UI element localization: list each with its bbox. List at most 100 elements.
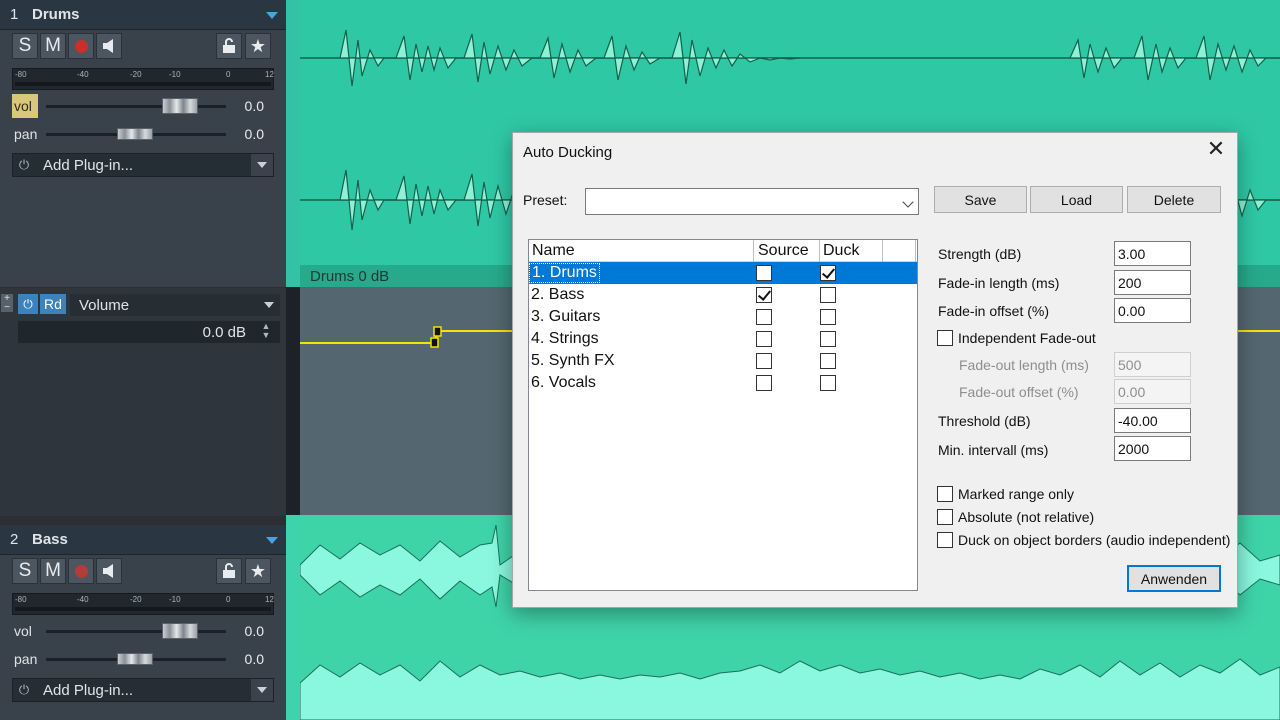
automation-parameter: Volume (79, 296, 130, 314)
automation-lane-header: + − ⏻ Rd Volume 0.0 dB ▲ ▼ (0, 288, 286, 516)
source-checkbox[interactable] (756, 265, 772, 281)
monitor-button[interactable] (96, 33, 122, 59)
track-list-row-name: 4. Strings (531, 330, 599, 347)
track-list-row-name: 6. Vocals (531, 374, 596, 391)
duck-checkbox[interactable] (820, 375, 836, 391)
source-checkbox[interactable] (756, 375, 772, 391)
duck-borders-checkbox[interactable]: Duck on object borders (audio independen… (937, 531, 1230, 549)
lock-button[interactable] (216, 558, 242, 584)
meter-tick: 0 (226, 595, 231, 604)
star-button[interactable]: ★ (245, 558, 271, 584)
lock-button[interactable] (216, 33, 242, 59)
automation-power-icon[interactable]: ⏻ (18, 294, 38, 314)
delete-button[interactable]: Delete (1127, 186, 1221, 213)
threshold-input[interactable]: -40.00 (1114, 408, 1191, 433)
monitor-button[interactable] (96, 558, 122, 584)
track-list-row[interactable]: 5. Synth FX (529, 350, 917, 372)
checkbox-box[interactable] (937, 532, 953, 548)
volume-value[interactable]: 0.0 (245, 623, 264, 639)
spin-icon[interactable]: ▲ ▼ (258, 322, 274, 342)
fadein-offset-input[interactable]: 0.00 (1114, 298, 1191, 323)
load-button[interactable]: Load (1030, 186, 1123, 213)
track-menu-icon[interactable] (266, 537, 278, 544)
column-duck-header[interactable]: Duck (823, 242, 859, 260)
independent-fadeout-checkbox[interactable]: Independent Fade-out (937, 329, 1096, 347)
pan-fader-knob[interactable] (117, 653, 153, 665)
pan-fader-row: pan 0.0 (12, 647, 274, 671)
vol-label[interactable]: vol (12, 94, 38, 118)
checkbox-box[interactable] (937, 330, 953, 346)
track-list-row[interactable]: 3. Guitars (529, 306, 917, 328)
preset-dropdown[interactable] (585, 188, 919, 215)
volume-fader-track[interactable] (46, 105, 226, 108)
track-list-row[interactable]: 6. Vocals (529, 372, 917, 394)
track-list-row[interactable]: 2. Bass (529, 284, 917, 306)
volume-fader-knob[interactable] (162, 623, 198, 639)
solo-button[interactable]: S (12, 33, 38, 59)
volume-fader-knob[interactable] (162, 98, 198, 114)
pan-fader-knob[interactable] (117, 128, 153, 140)
duck-checkbox[interactable] (820, 265, 836, 281)
duck-checkbox[interactable] (820, 309, 836, 325)
speaker-icon (103, 564, 113, 578)
chevron-down-icon[interactable] (251, 679, 273, 701)
source-checkbox[interactable] (756, 309, 772, 325)
source-checkbox[interactable] (756, 353, 772, 369)
track-list-row[interactable]: 1. Drums (529, 262, 917, 284)
marked-range-checkbox[interactable]: Marked range only (937, 485, 1074, 503)
track-name[interactable]: Bass (32, 531, 68, 548)
chevron-down-icon (902, 196, 914, 208)
track-title-bar[interactable]: 2 Bass (0, 525, 286, 555)
track-header-bass: 2 Bass S M ★ -80 -40 -20 -10 0 12 vol 0.… (0, 525, 286, 720)
chevron-down-icon (264, 302, 274, 308)
lock-icon (223, 563, 235, 578)
save-button[interactable]: Save (934, 186, 1027, 213)
volume-fader-track[interactable] (46, 630, 226, 633)
column-source-header[interactable]: Source (758, 242, 809, 260)
vol-label[interactable]: vol (12, 619, 38, 643)
absolute-checkbox[interactable]: Absolute (not relative) (937, 508, 1094, 526)
track-list[interactable]: Name Source Duck 1. Drums 2. Bass 3. Guita… (528, 239, 918, 591)
meter-tick: -80 (15, 595, 27, 604)
close-icon[interactable]: ✕ (1205, 138, 1227, 161)
add-plugin-button[interactable]: ⏻ Add Plug-in... (12, 678, 274, 702)
add-plugin-button[interactable]: ⏻ Add Plug-in... (12, 153, 274, 177)
column-name-header[interactable]: Name (532, 242, 575, 260)
star-button[interactable]: ★ (245, 33, 271, 59)
pan-value[interactable]: 0.0 (245, 126, 264, 142)
record-arm-button[interactable] (68, 33, 94, 59)
duck-checkbox[interactable] (820, 353, 836, 369)
fadeout-length-input: 500 (1114, 352, 1191, 377)
fadein-length-input[interactable]: 200 (1114, 270, 1191, 295)
source-checkbox[interactable] (756, 287, 772, 303)
duck-checkbox[interactable] (820, 287, 836, 303)
mute-button[interactable]: M (40, 558, 66, 584)
automation-parameter-select[interactable]: Volume (70, 294, 280, 316)
auto-ducking-dialog: Auto Ducking ✕ Preset: Save Load Delete … (512, 132, 1238, 608)
track-number: 2 (10, 531, 19, 548)
mute-button[interactable]: M (40, 33, 66, 59)
chevron-down-icon[interactable] (251, 154, 273, 176)
duck-checkbox[interactable] (820, 331, 836, 347)
add-plugin-label: Add Plug-in... (43, 156, 134, 174)
track-title-bar[interactable]: 1 Drums (0, 0, 286, 30)
solo-button[interactable]: S (12, 558, 38, 584)
apply-button[interactable]: Anwenden (1127, 565, 1221, 592)
volume-value[interactable]: 0.0 (245, 98, 264, 114)
track-menu-icon[interactable] (266, 12, 278, 19)
preset-label: Preset: (523, 192, 568, 208)
record-arm-button[interactable] (68, 558, 94, 584)
checkbox-box[interactable] (937, 509, 953, 525)
checkbox-box[interactable] (937, 486, 953, 502)
lock-icon (223, 38, 235, 53)
track-name[interactable]: Drums (32, 6, 80, 23)
pan-value[interactable]: 0.0 (245, 651, 264, 667)
automation-mode[interactable]: Rd (40, 294, 66, 314)
min-interval-input[interactable]: 2000 (1114, 436, 1191, 461)
strength-input[interactable]: 3.00 (1114, 241, 1191, 266)
source-checkbox[interactable] (756, 331, 772, 347)
meter-tick: 0 (226, 70, 231, 79)
automation-value-field[interactable]: 0.0 dB ▲ ▼ (18, 321, 280, 343)
record-icon (74, 564, 88, 578)
track-list-row[interactable]: 4. Strings (529, 328, 917, 350)
